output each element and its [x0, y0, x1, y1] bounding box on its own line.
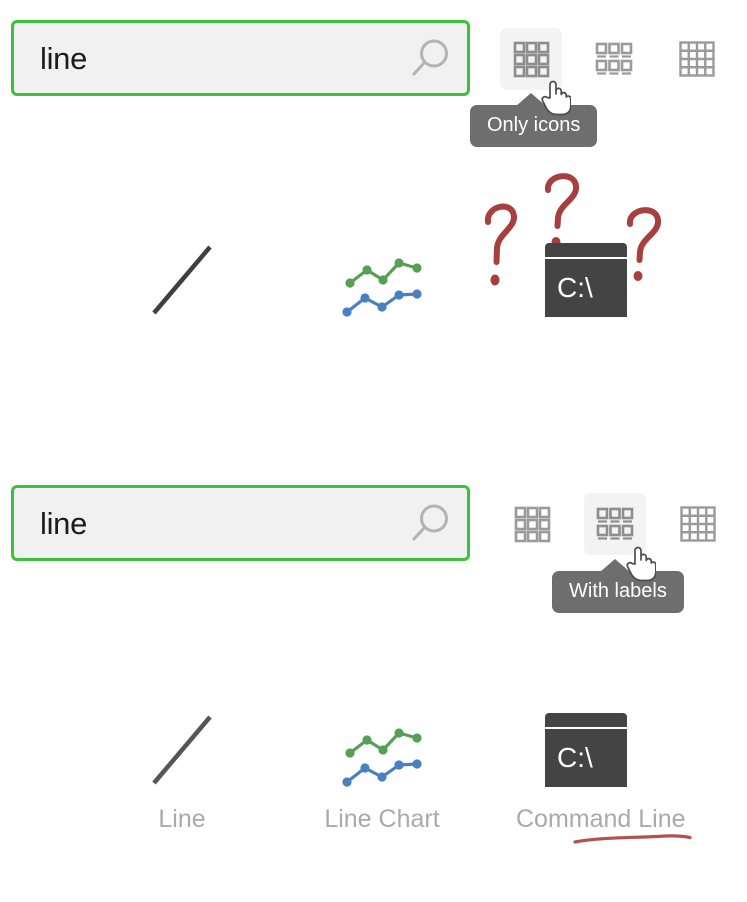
search-input-value: line [40, 40, 88, 76]
diagonal-line-icon [112, 695, 252, 805]
search-input-value: line [40, 505, 88, 541]
search-input[interactable]: line [11, 485, 470, 561]
result-label: Line Chart [324, 805, 440, 833]
result-label: Line [158, 805, 206, 833]
command-prompt-icon: C:\ [516, 225, 656, 335]
view-toggle-table[interactable] [666, 28, 728, 90]
svg-text:C:\: C:\ [557, 742, 593, 773]
tooltip-label: With labels [569, 580, 667, 602]
result-item-command-line[interactable]: C:\ [516, 225, 656, 335]
tooltip-label: Only icons [487, 114, 581, 136]
command-prompt-icon: C:\ [516, 695, 656, 805]
result-item-line[interactable] [112, 225, 252, 335]
grid-labels-icon [595, 42, 633, 75]
result-item-line-chart[interactable] [312, 225, 452, 335]
tooltip-only-icons: Only icons [470, 93, 598, 147]
diagonal-line-icon [112, 225, 252, 335]
view-toggle-only-icons[interactable] [501, 493, 563, 555]
grid-3x3-icon [513, 41, 550, 78]
table-grid-icon [680, 506, 716, 542]
line-chart-icon [312, 225, 452, 335]
line-chart-icon [312, 695, 452, 805]
tooltip-arrow [600, 559, 630, 572]
result-item-line-chart[interactable]: Line Chart [312, 695, 452, 834]
section-with-labels: line With labels Line Line Chart C:\ Com… [0, 450, 747, 902]
svg-text:C:\: C:\ [557, 272, 593, 303]
result-item-line[interactable]: Line [112, 695, 252, 834]
view-toggle-only-icons[interactable] [500, 28, 562, 90]
section-only-icons: line Only icons C:\ [0, 0, 747, 450]
search-icon[interactable] [409, 36, 453, 80]
view-toggle-with-labels[interactable] [584, 493, 646, 555]
result-label: Command Line [516, 805, 686, 833]
search-icon[interactable] [409, 501, 453, 545]
search-input[interactable]: line [11, 20, 470, 96]
grid-3x3-icon [514, 506, 551, 543]
view-toggle-with-labels[interactable] [583, 28, 645, 90]
result-item-command-line[interactable]: C:\ Command Line [516, 695, 686, 834]
annotation-underline [573, 833, 693, 852]
table-grid-icon [679, 41, 715, 77]
grid-labels-icon [596, 507, 634, 540]
tooltip-with-labels: With labels [552, 559, 684, 613]
tooltip-arrow [516, 93, 546, 106]
view-toggle-table[interactable] [667, 493, 729, 555]
